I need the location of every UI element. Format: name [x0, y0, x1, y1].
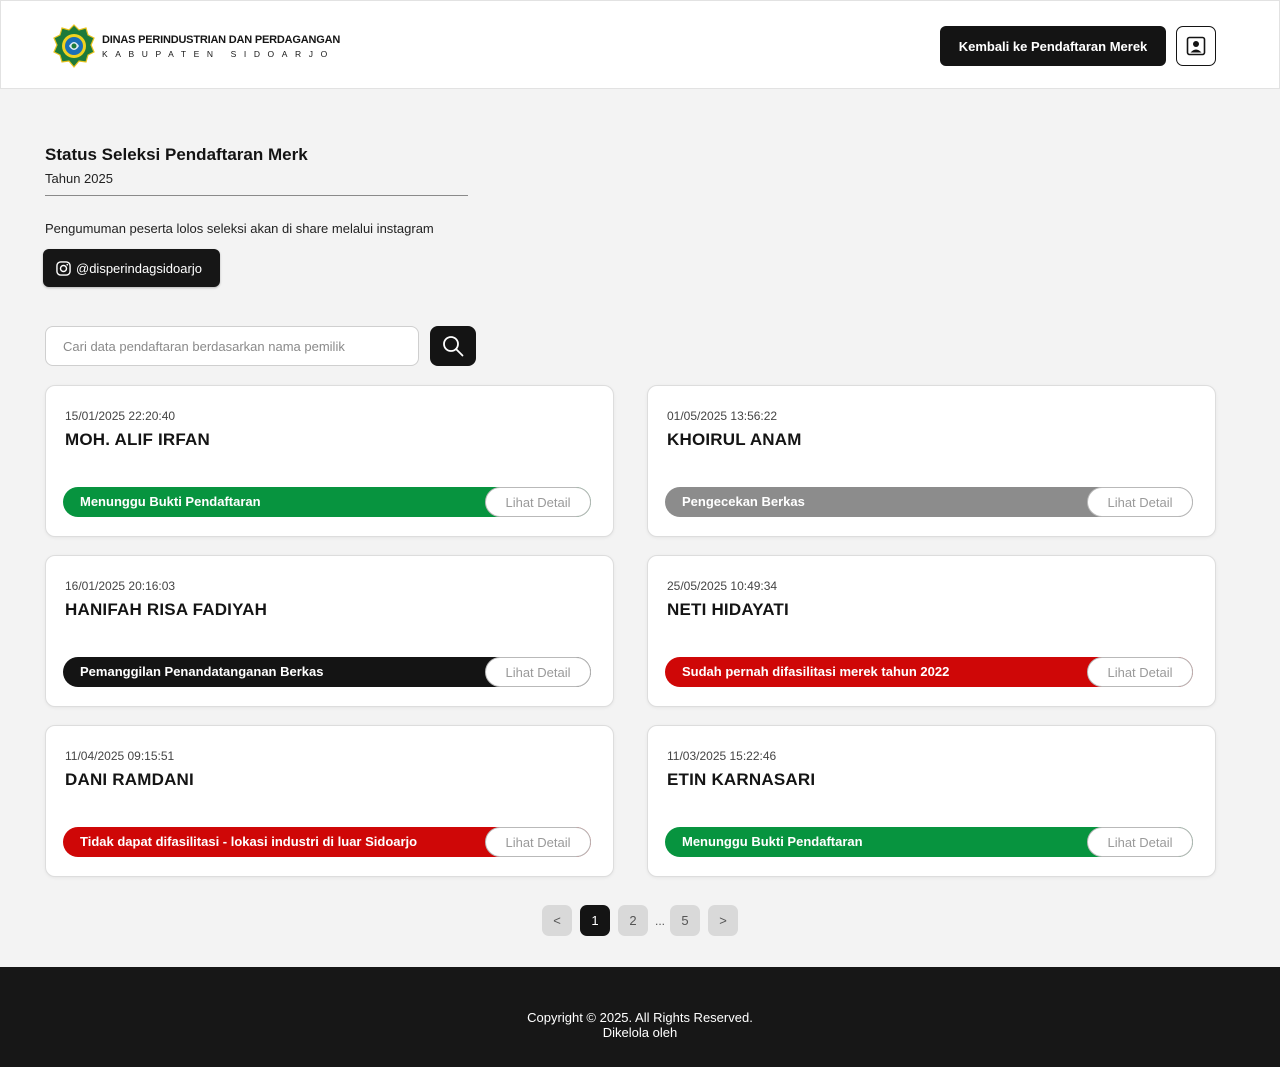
- status-label: Sudah pernah difasilitasi merek tahun 20…: [682, 664, 950, 679]
- pagination-ellipsis: ...: [655, 913, 666, 928]
- logo-title: DINAS PERINDUSTRIAN DAN PERDAGANGAN: [102, 33, 341, 46]
- view-detail-button[interactable]: Lihat Detail: [1087, 657, 1193, 687]
- view-detail-button[interactable]: Lihat Detail: [1087, 827, 1193, 857]
- search-button[interactable]: [430, 326, 476, 366]
- pagination-next-button[interactable]: >: [708, 905, 738, 936]
- profile-button[interactable]: [1176, 26, 1216, 66]
- owner-name: KHOIRUL ANAM: [667, 430, 802, 449]
- top-header: DINAS PERINDUSTRIAN DAN PERDAGANGAN KABU…: [0, 0, 1280, 89]
- registration-card: 15/01/2025 22:20:40 MOH. ALIF IRFAN Menu…: [45, 385, 614, 537]
- owner-name: ETIN KARNASARI: [667, 770, 816, 789]
- search-icon: [443, 336, 464, 357]
- status-label: Pengecekan Berkas: [682, 494, 805, 509]
- status-bar: Pengecekan Berkas Lihat Detail: [665, 487, 1193, 517]
- instagram-button[interactable]: @disperindagsidoarjo: [43, 249, 220, 287]
- status-bar: Menunggu Bukti Pendaftaran Lihat Detail: [665, 827, 1193, 857]
- view-detail-button[interactable]: Lihat Detail: [485, 827, 591, 857]
- search-input[interactable]: [45, 326, 419, 366]
- status-label: Pemanggilan Penandatanganan Berkas: [80, 664, 324, 679]
- pagination-page-2[interactable]: 2: [618, 905, 648, 936]
- registration-date: 15/01/2025 22:20:40: [65, 409, 176, 423]
- instagram-handle: @disperindagsidoarjo: [76, 260, 202, 276]
- owner-name: MOH. ALIF IRFAN: [65, 430, 210, 449]
- pagination-page-5[interactable]: 5: [670, 905, 700, 936]
- registration-date: 01/05/2025 13:56:22: [667, 409, 778, 423]
- view-detail-button[interactable]: Lihat Detail: [485, 657, 591, 687]
- status-bar: Tidak dapat difasilitasi - lokasi indust…: [63, 827, 591, 857]
- status-label: Menunggu Bukti Pendaftaran: [80, 494, 261, 509]
- registration-date: 16/01/2025 20:16:03: [65, 579, 176, 593]
- page-subtitle: Tahun 2025: [45, 171, 113, 186]
- status-label: Tidak dapat difasilitasi - lokasi indust…: [80, 834, 418, 849]
- registration-card: 01/05/2025 13:56:22 KHOIRUL ANAM Pengece…: [647, 385, 1216, 537]
- logo-subtitle: KABUPATEN SIDOARJO: [102, 48, 335, 59]
- agency-logo[interactable]: DINAS PERINDUSTRIAN DAN PERDAGANGAN KABU…: [52, 24, 340, 68]
- registration-date: 11/03/2025 15:22:46: [667, 749, 777, 763]
- view-detail-button[interactable]: Lihat Detail: [485, 487, 591, 517]
- registration-card: 25/05/2025 10:49:34 NETI HIDAYATI Sudah …: [647, 555, 1216, 707]
- registration-date: 11/04/2025 09:15:51: [65, 749, 175, 763]
- status-label: Menunggu Bukti Pendaftaran: [682, 834, 863, 849]
- owner-name: DANI RAMDANI: [65, 770, 194, 789]
- registration-card: 11/03/2025 15:22:46 ETIN KARNASARI Menun…: [647, 725, 1216, 877]
- page-title: Status Seleksi Pendaftaran Merk: [45, 145, 308, 164]
- status-bar: Menunggu Bukti Pendaftaran Lihat Detail: [63, 487, 591, 517]
- registration-card: 16/01/2025 20:16:03 HANIFAH RISA FADIYAH…: [45, 555, 614, 707]
- pagination-prev-button[interactable]: <: [542, 905, 572, 936]
- registration-date: 25/05/2025 10:49:34: [667, 579, 778, 593]
- user-profile-icon: [1186, 36, 1206, 56]
- back-to-registration-button[interactable]: Kembali ke Pendaftaran Merek: [940, 26, 1166, 66]
- owner-name: NETI HIDAYATI: [667, 600, 789, 619]
- footer-copyright: Copyright © 2025. All Rights Reserved.: [527, 1010, 753, 1025]
- registration-card: 11/04/2025 09:15:51 DANI RAMDANI Tidak d…: [45, 725, 614, 877]
- page-footer: Copyright © 2025. All Rights Reserved. D…: [0, 967, 1280, 1067]
- title-divider: [45, 195, 468, 196]
- owner-name: HANIFAH RISA FADIYAH: [65, 600, 268, 619]
- pagination-page-1[interactable]: 1: [580, 905, 610, 936]
- status-bar: Pemanggilan Penandatanganan Berkas Lihat…: [63, 657, 591, 687]
- view-detail-button[interactable]: Lihat Detail: [1087, 487, 1193, 517]
- instagram-icon: [56, 260, 71, 276]
- footer-managed-by: Dikelola oleh: [602, 1025, 678, 1040]
- status-bar: Sudah pernah difasilitasi merek tahun 20…: [665, 657, 1193, 687]
- announcement-text: Pengumuman peserta lolos seleksi akan di…: [45, 221, 434, 236]
- sidoarjo-emblem-icon: [53, 24, 95, 68]
